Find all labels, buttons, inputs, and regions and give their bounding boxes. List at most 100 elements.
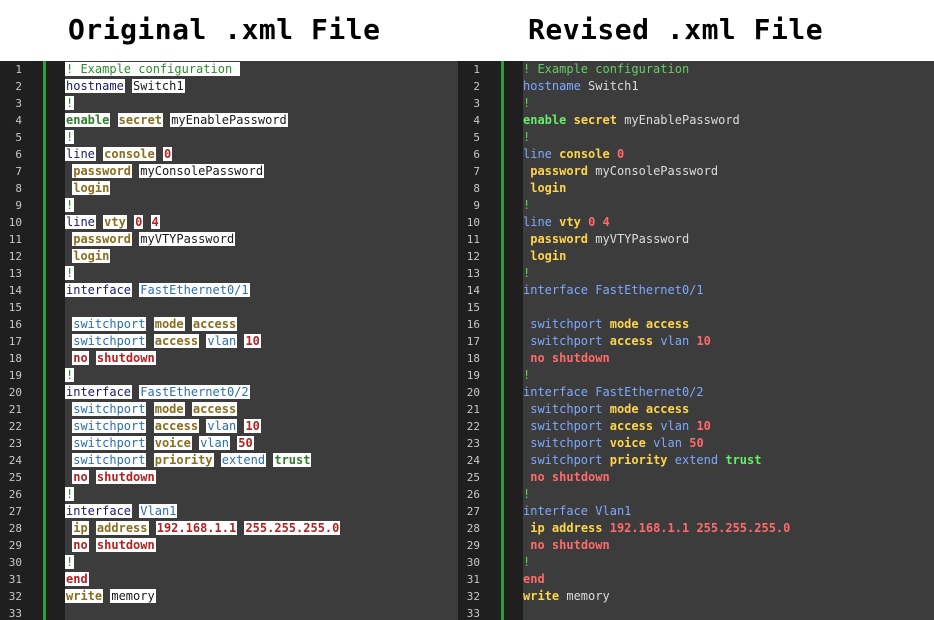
- code-token: myEnablePassword: [170, 113, 288, 127]
- line-number: 12: [466, 250, 480, 263]
- code-line: 29 no shutdown: [458, 537, 934, 554]
- code-token: no: [530, 470, 545, 484]
- code-token: no: [530, 538, 545, 552]
- line-number: 18: [8, 352, 22, 365]
- code-text: !: [65, 197, 75, 214]
- code-text: !: [65, 367, 75, 384]
- code-line: 16 switchport mode access: [0, 316, 458, 333]
- code-token: vlan: [206, 419, 238, 433]
- code-token: !: [523, 487, 531, 501]
- code-text: password myVTYPassword: [523, 231, 689, 248]
- code-line: 30!: [458, 554, 934, 571]
- code-token: Vlan1: [139, 504, 178, 518]
- code-line: 31 end: [458, 571, 934, 588]
- code-token: switchport: [530, 419, 603, 433]
- code-token: login: [72, 181, 111, 195]
- code-token: switchport: [530, 453, 603, 467]
- code-token: end: [523, 572, 545, 586]
- code-text: switchport mode access: [65, 401, 238, 418]
- code-token: enable: [523, 113, 567, 127]
- code-text: interface FastEthernet0/2: [65, 384, 250, 401]
- line-number: 14: [8, 284, 22, 297]
- code-token: shutdown: [551, 470, 610, 484]
- code-text: no shutdown: [523, 469, 610, 486]
- line-number: 29: [8, 539, 22, 552]
- code-line: 11 password myVTYPassword: [0, 231, 458, 248]
- code-token: switchport: [72, 453, 147, 467]
- code-text: no shutdown: [65, 469, 156, 486]
- line-number: 32: [8, 590, 22, 603]
- code-line: 4 enable secret myEnablePassword: [458, 112, 934, 129]
- code-text: switchport mode access: [523, 316, 689, 333]
- code-token: line: [523, 215, 552, 229]
- line-number: 27: [466, 505, 480, 518]
- code-token: password: [72, 164, 133, 178]
- original-code-panel[interactable]: 1 ! Example configuration 2 hostname Switc…: [0, 61, 458, 620]
- line-number: 7: [473, 165, 480, 178]
- code-line: 21 switchport mode access: [458, 401, 934, 418]
- line-number: 25: [466, 471, 480, 484]
- code-token: switchport: [530, 436, 603, 450]
- code-text: no shutdown: [523, 537, 610, 554]
- code-token: extend: [674, 453, 719, 467]
- code-token: secret: [117, 113, 163, 127]
- line-number: 28: [8, 522, 22, 535]
- code-line: 15: [0, 299, 458, 316]
- code-text: interface FastEthernet0/1: [65, 282, 250, 299]
- line-number: 6: [15, 148, 22, 161]
- code-text: interface FastEthernet0/2: [523, 384, 704, 401]
- line-number: 9: [473, 199, 480, 212]
- revised-code-panel[interactable]: 1 ! Example configuration 2 hostname Switc…: [458, 61, 934, 620]
- code-token: shutdown: [95, 351, 156, 365]
- code-token: ! Example configuration: [65, 62, 241, 76]
- line-number: 8: [473, 182, 480, 195]
- code-token: 4: [150, 215, 160, 229]
- line-number: 23: [8, 437, 22, 450]
- code-token: password: [530, 164, 589, 178]
- code-line: 16 switchport mode access: [458, 316, 934, 333]
- code-line: 11 password myVTYPassword: [458, 231, 934, 248]
- code-token: ip: [530, 521, 545, 535]
- code-token: 10: [696, 334, 711, 348]
- line-number: 33: [466, 607, 480, 620]
- code-line: 22 switchport access vlan 10: [458, 418, 934, 435]
- code-line: 23 switchport voice vlan 50: [0, 435, 458, 452]
- code-text: switchport mode access: [65, 316, 238, 333]
- code-token: myConsolePassword: [595, 164, 719, 178]
- code-token: !: [523, 96, 531, 110]
- code-token: priority: [153, 453, 214, 467]
- code-line: 23 switchport voice vlan 50: [458, 435, 934, 452]
- code-text: switchport access vlan 10: [523, 418, 711, 435]
- line-number: 14: [466, 284, 480, 297]
- code-token: vlan: [653, 436, 682, 450]
- code-text: enable secret myEnablePassword: [65, 112, 288, 129]
- code-token: !: [523, 266, 531, 280]
- code-line: 7 password myConsolePassword: [0, 163, 458, 180]
- code-line: 25 no shutdown: [458, 469, 934, 486]
- code-text: hostname Switch1: [523, 78, 639, 95]
- code-token: vty: [559, 215, 581, 229]
- code-token: mode: [153, 402, 185, 416]
- code-line: 20 interface FastEthernet0/2: [0, 384, 458, 401]
- code-text: write memory: [65, 588, 156, 605]
- code-token: FastEthernet0/1: [595, 283, 704, 297]
- code-token: 0: [162, 147, 173, 161]
- code-line: 31 end: [0, 571, 458, 588]
- line-number: 8: [15, 182, 22, 195]
- code-token: memory: [110, 589, 156, 603]
- code-token: 10: [696, 419, 711, 433]
- code-token: shutdown: [551, 538, 610, 552]
- code-lines: 1 ! Example configuration 2 hostname Switc…: [458, 61, 934, 620]
- code-token: login: [72, 249, 111, 263]
- code-token: switchport: [530, 334, 603, 348]
- code-token: !: [65, 198, 75, 212]
- line-number: 26: [8, 488, 22, 501]
- code-line: 9!: [458, 197, 934, 214]
- code-token: address: [551, 521, 603, 535]
- code-text: password myConsolePassword: [523, 163, 718, 180]
- code-line: 1 ! Example configuration: [0, 61, 458, 78]
- code-token: password: [72, 232, 133, 246]
- code-line: 6 line console 0: [458, 146, 934, 163]
- code-text: switchport mode access: [523, 401, 689, 418]
- line-number: 29: [466, 539, 480, 552]
